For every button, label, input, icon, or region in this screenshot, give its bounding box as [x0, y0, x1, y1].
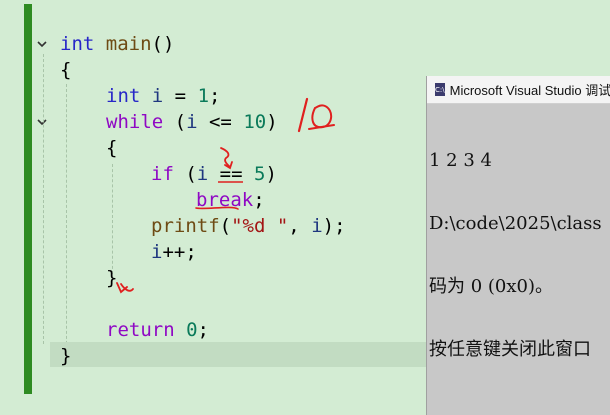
console-output-line: D:\code\2025\class [429, 213, 602, 234]
console-icon-text: C:\ [435, 85, 445, 94]
console-app-icon: C:\ [435, 83, 445, 96]
console-output-line: 1 2 3 4 [429, 150, 492, 171]
console-output: 1 2 3 4 D:\code\2025\class 码为 0 (0x0)。 按… [427, 104, 610, 402]
ink-curve-arrow [220, 147, 231, 168]
ink-stroke-one [297, 97, 309, 133]
console-title-bar[interactable]: C:\ Microsoft Visual Studio 调试 [427, 76, 610, 104]
ink-stroke-zero [311, 104, 333, 129]
ink-underline [308, 124, 335, 130]
debug-console-window[interactable]: C:\ Microsoft Visual Studio 调试 1 2 3 4 D… [426, 76, 610, 415]
console-title: Microsoft Visual Studio 调试 [449, 83, 610, 98]
console-output-line: 按任意键关闭此窗口 [429, 339, 591, 360]
console-output-line: 码为 0 (0x0)。 [429, 276, 553, 297]
ink-underline-break [195, 206, 239, 210]
